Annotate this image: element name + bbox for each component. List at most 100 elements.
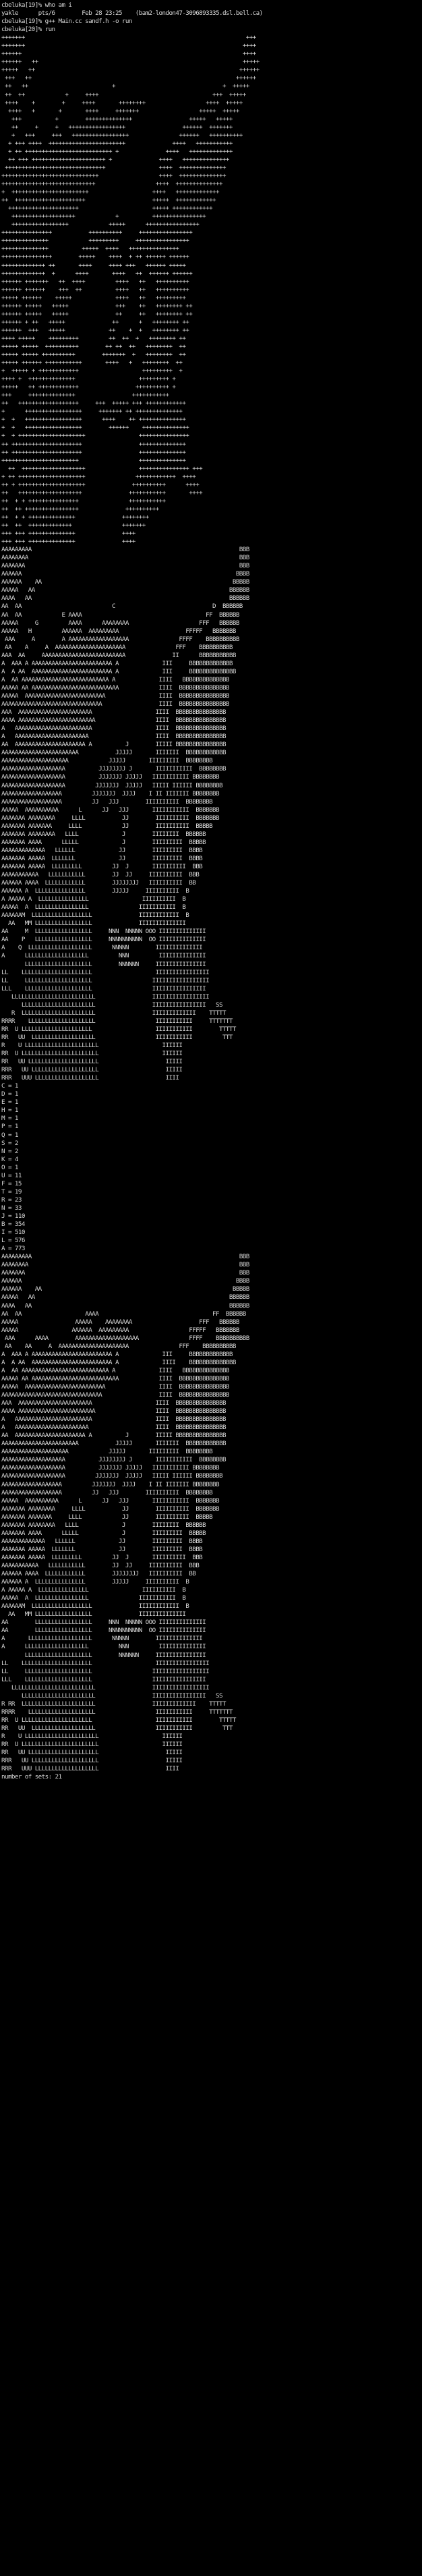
terminal-line: AAAAAAA AAAAAAA LLLL JJ IIIIIIIIII BBBBB [1,1513,213,1521]
terminal-line: A AAAAAAAAAAAAAAAAAAAAAAA IIII BBBBBBBBB… [1,1416,227,1424]
terminal-line: LLLLLLLLLLLLLLLLLLLL NNNNNN IIIIIIIIIIII… [1,1651,206,1659]
terminal-line: AAAAA AA AAAAAAAAAAAAAAAAAAAAAAAAAA IIII… [1,1374,229,1382]
terminal-line: AAAAAAAAAAAAAAAAAAA JJJJJJJJ J IIIIIIIII… [1,1456,227,1464]
terminal-line: ++++ + + ++++ ++++++++ ++++ +++++ [1,99,243,107]
terminal-line: AAAAA AA BBBBBB [1,1293,249,1301]
terminal-line: T = 19 [1,1187,22,1196]
terminal-line: +++++ +++++ ++++++++++ +++++++ + +++++++… [1,351,186,359]
terminal-line: M = 1 [1,1115,18,1123]
terminal-line: ++++ + + ++++ +++++++ +++++ +++++ [1,107,239,115]
terminal-line: +++++ ++++++ +++++ ++++ ++ +++++++++ [1,293,186,302]
terminal-line: +++ +++ ++++++++++++++ ++++ [1,538,135,546]
terminal-line: I = 510 [1,1229,25,1237]
terminal-line: AAAAAAA AAAAA LLLLLLLLL JJ J IIIIIIIIII … [1,862,203,870]
terminal-line: H = 1 [1,1107,18,1115]
terminal-line: AA MM LLLLLLLLLLLLLLLLL IIIIIIIIIIIIII [1,1611,186,1619]
terminal-line: +++++++++++++ ++ ++++ ++++ +++ ++++++ ++… [1,261,186,269]
terminal-line: AAAAAAAAA BBB [1,546,249,554]
terminal-line: AAAAAAAAAAAAAAAAAA JJ JJJ IIIIIIIIII BBB… [1,797,213,806]
terminal-line: cbeluka[19]% who am i [1,1,72,9]
terminal-line: AAAAA AA BBBBBB [1,586,249,594]
terminal-line: AA M LLLLLLLLLLLLLLLLL NNN NNNNN OOO III… [1,928,206,936]
terminal-line: RRR UU LLLLLLLLLLLLLLLLLLLL IIIII [1,1757,183,1765]
terminal-line: ++ +++ ++++++++++++++++++++++ + ++++ +++… [1,155,230,163]
terminal-line: A LLLLLLLLLLLLLLLLLLL NNNNN IIIIIIIIIIII… [1,1635,203,1643]
terminal-line: RR UU LLLLLLLLLLLLLLLLLLLLL IIIII [1,1749,183,1757]
terminal-output[interactable]: cbeluka[19]% who am i yakle pts/6 Feb 28 … [0,0,422,2576]
terminal-line: + + ++++++++++++++++++++ +++++++++++++++ [1,432,189,440]
terminal-line: RR UU LLLLLLLLLLLLLLLLLLL IIIIIIIIIII TT… [1,1033,233,1041]
terminal-line: ++++++ + ++ +++++ ++ + ++++++++ ++ [1,318,189,326]
terminal-line: +++++++++++++ + ++++ ++++ ++ ++++++ ++++… [1,269,193,277]
terminal-line: AAAAAA BBBB [1,570,249,578]
terminal-line: AA MM LLLLLLLLLLLLLLLLL IIIIIIIIIIIIII [1,920,186,928]
terminal-line: ++ + + +++++++++++++++ +++++++++++ [1,497,166,505]
terminal-line: F = 15 [1,1179,22,1187]
terminal-line: R LLLLLLLLLLLLLLLLLLLLLL IIIIIIIIIIIII T… [1,1009,227,1017]
terminal-line: AA AAAAAAAAAAAAAAAAAAAAA A J IIIII BBBBB… [1,741,227,749]
terminal-line: LL LLLLLLLLLLLLLLLLLLLL IIIIIIIIIIIIIIII… [1,1667,210,1675]
terminal-line: ++++++++++++++ +++++++++ +++++++++++++++… [1,237,189,245]
terminal-line: LLLLLLLLLLLLLLLLLLLLLL IIIIIIIIIIIIIIII … [1,1001,223,1009]
terminal-line: AAAAAAAAAAAAAAAAAA JJ JJJ IIIIIIIIII BBB… [1,1488,213,1496]
terminal-line: + + +++++++++++++++++ ++++ ++ ++++++++++… [1,416,186,424]
terminal-line: ++++++++++++++++++++++++++++++ ++++ ++++… [1,163,227,171]
terminal-line: AAA AAAAAAAAAAAAAAAAAAAAAA IIII BBBBBBBB… [1,708,227,717]
terminal-line: LLL LLLLLLLLLLLLLLLLLLLL IIIIIIIIIIIIIII… [1,984,206,992]
terminal-line: ++ + + +++++++++++++++++ ++++++ +++++++ [1,123,233,131]
terminal-line: A A AA AAAAAAAAAAAAAAAAAAAAAAAA A IIII B… [1,1358,236,1366]
terminal-line: AAAAAAA AAAAA LLLLLLLLL JJ J IIIIIIIIII … [1,1553,203,1561]
terminal-line: C = 1 [1,1082,18,1090]
terminal-line: AAAAAAA AAAAAAAA LLLL J IIIIIIII BBBBBB [1,1521,206,1529]
terminal-line: AA LLLLLLLLLLLLLLLLL NNNNNNNNNN OO IIIII… [1,1627,206,1635]
terminal-line: AAAAA AAAAAAAAAAAAAAAAAAAAAAAA IIII BBBB… [1,1382,229,1391]
terminal-line: AAAAA A LLLLLLLLLLLLLLLL IIIIIIIIIII B [1,1594,186,1602]
terminal-line: S = 2 [1,1139,18,1147]
terminal-line: cbeluka[19]% g++ Main.cc sandf.h -o run [1,18,132,26]
terminal-line: A = 773 [1,1245,25,1253]
terminal-line: +++++++++++++++++++++++++++++ ++++ +++++… [1,171,227,179]
terminal-line: AAAAAAAAAAAAAAAAAAAAAAA JJJJJ IIIIIII BB… [1,1440,227,1448]
terminal-line: AAAAA G AAAA AAAAAAAA FFF BBBBBB [1,619,239,627]
terminal-line: +++++ ++ ++++++++++++ ++++++++++ + [1,383,176,391]
terminal-line: R = 23 [1,1196,22,1204]
terminal-line: + +++ +++ +++++++++++++++++ ++++++ +++++… [1,131,243,139]
terminal-line: +++++++ ++++ [1,42,256,50]
terminal-line: ++++++ +++++ +++++ ++ ++ ++++++++ ++ [1,310,193,318]
terminal-line: LL LLLLLLLLLLLLLLLLLLLLL IIIIIIIIIIIIIII… [1,968,210,976]
terminal-line: AA AA A AAAAAAAAAAAAAAAAAAAAA FFF BBBBBB… [1,1342,236,1350]
terminal-line: + +++++ + ++++++++++++ +++++++++ + [1,367,183,375]
terminal-line: AAAAAAA AAAA LLLLL J IIIIIIIII BBBBB [1,838,206,846]
terminal-line: AAAAAA A LLLLLLLLLLLLLLL JJJJJ IIIIIIIII… [1,887,189,895]
terminal-line: cbeluka[20]% run [1,26,55,34]
terminal-line: AAAAAAAAAAA LLLLLLLLLLL JJ JJ IIIIIIIIII… [1,871,200,879]
terminal-line: LLLLLLLLLLLLLLLLLLLLLL IIIIIIIIIIIIIIII … [1,1691,223,1700]
terminal-line: RRR UUU LLLLLLLLLLLLLLLLLLL IIII [1,1074,179,1082]
terminal-line: LLL LLLLLLLLLLLLLLLLLLLL IIIIIIIIIIIIIII… [1,1675,206,1683]
terminal-line: Q = 1 [1,1131,18,1139]
terminal-line: AA AA C D BBBBBB [1,603,243,611]
terminal-line: AA A A AAAAAAAAAAAAAAAAAAAAA FFF BBBBBBB… [1,643,233,651]
terminal-line: AAAAAAAAAAAAAAAAAAA JJJJJJJ JJJJJ IIIII … [1,1472,223,1480]
terminal-line: A AAA A AAAAAAAAAAAAAAAAAAAAAAAA A III B… [1,659,233,667]
terminal-line: AAAAAAAAAAAAAAAAAAA JJJJJJJ JJJJJ IIIIII… [1,773,220,781]
terminal-line: A AA AAAAAAAAAAAAAAAAAAAAAAAAAA A IIII B… [1,1366,229,1374]
terminal-line: AA LLLLLLLLLLLLLLLLL NNN NNNNN OOO IIIII… [1,1619,206,1627]
terminal-line: AAAAAAAAAAAAA LLLLLL JJ IIIIIIIII BBBB [1,846,203,854]
terminal-line: LLLLLLLLLLLLLLLLLLLLLLLLL IIIIIIIIIIIIII… [1,1683,210,1691]
terminal-line: + + +++++++++++++++++ ++++++ +++++++++++… [1,424,189,432]
terminal-line: RRR UUU LLLLLLLLLLLLLLLLLLL IIII [1,1765,179,1773]
terminal-line: ++++++ ++ +++++ [1,58,260,66]
terminal-line: +++ + ++++++++++++++ +++++ +++++ [1,115,233,123]
terminal-line: +++++ ++++++ +++++++++++ ++++ + ++++++++… [1,359,183,367]
terminal-line: ++ +++++++++++++++++++ +++++++++++ ++++ [1,488,203,497]
terminal-line: AAA A A AAAAAAAAAAAAAAAAAA FFFF BBBBBBBB… [1,635,239,643]
terminal-line: ++ ++ + + +++++ [1,82,249,90]
terminal-line: AAAAAAAAAAAAAAAAAAAAAAAAAAAAAA IIII BBBB… [1,1391,229,1399]
terminal-line: +++++ ++ ++++++ [1,66,260,74]
terminal-line: ++++++++++++++ +++++ ++++ ++++++++++++++… [1,245,179,253]
terminal-line: AAAA AA BBBBBB [1,1301,249,1310]
terminal-line: L = 576 [1,1237,25,1245]
terminal-line: B = 354 [1,1221,25,1229]
terminal-line: AAAAAAA BBB [1,1269,249,1277]
